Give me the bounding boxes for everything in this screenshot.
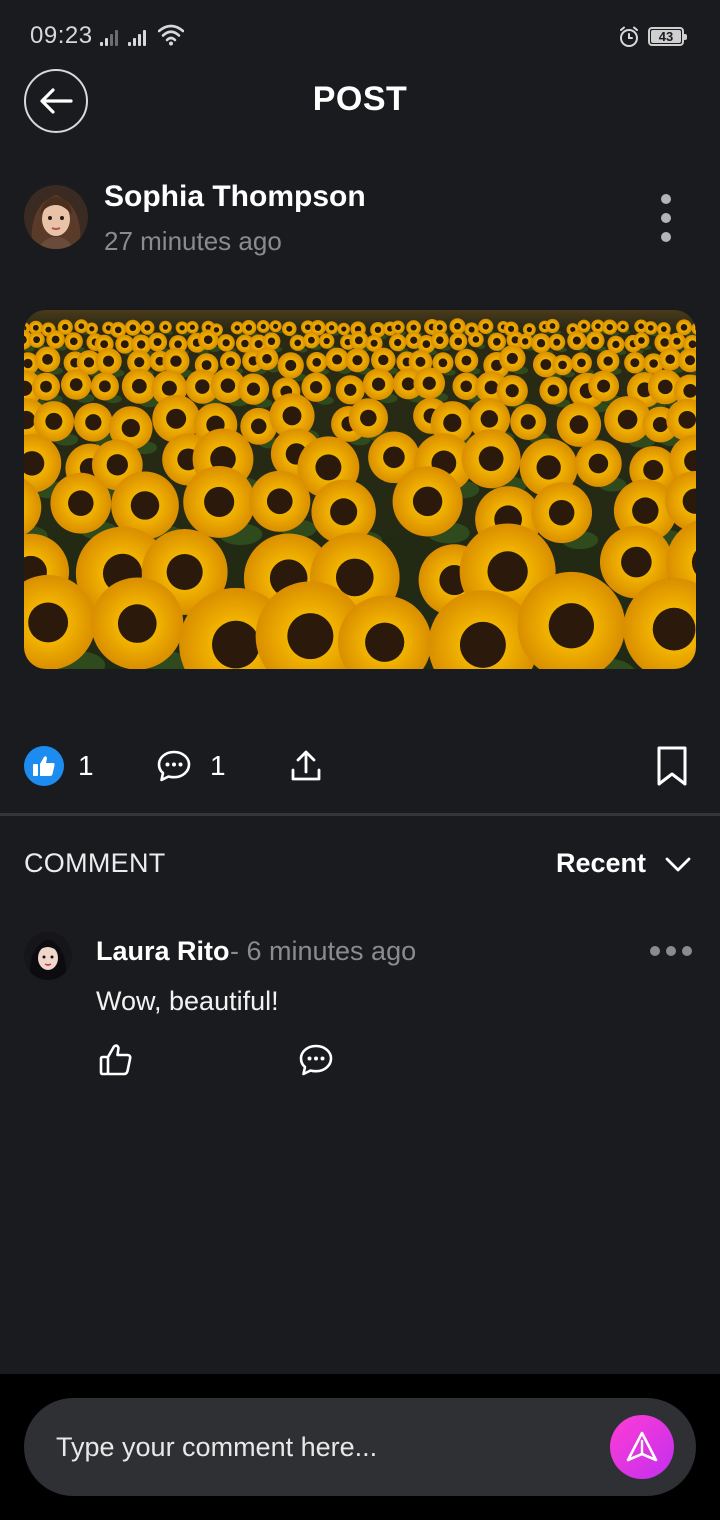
author-name[interactable]: Sophia Thompson [104,180,366,214]
signal-icon [128,26,152,46]
more-horizontal-icon[interactable] [650,944,692,958]
bookmark-button[interactable] [652,744,692,788]
comment-button[interactable] [154,746,194,786]
comment-reply-button[interactable] [296,1040,336,1080]
page-title: POST [312,80,408,118]
more-vertical-icon[interactable] [650,190,682,246]
commenter-avatar[interactable] [24,932,72,980]
comment-text: Wow, beautiful! [96,986,279,1016]
battery-icon: 43 [648,27,687,46]
send-icon [626,1431,658,1462]
sort-dropdown[interactable]: Recent [556,848,646,879]
wifi-icon [158,24,184,46]
thumbs-up-icon [33,756,55,776]
post-image[interactable] [24,310,696,669]
status-bar: 09:23 43 [0,0,720,72]
thumbs-up-outline-icon [99,1044,132,1076]
sunflower-field-image [24,310,696,669]
alarm-icon [620,26,638,47]
comment-icon [299,1044,333,1076]
signal-icon [100,26,124,46]
share-icon [291,750,321,781]
comment-icon [157,750,191,782]
send-button[interactable] [610,1415,674,1479]
comment-timestamp: - 6 minutes ago [230,936,417,966]
battery-level: 43 [658,29,674,44]
comment-count: 1 [210,750,226,781]
chevron-down-icon[interactable] [664,852,692,876]
comment-like-button[interactable] [96,1040,136,1080]
comment-input[interactable] [56,1398,596,1496]
post-timestamp: 27 minutes ago [104,226,282,256]
comment-author[interactable]: Laura Rito [96,936,230,967]
comment-section-heading: COMMENT [24,848,166,878]
divider [0,813,720,816]
author-avatar[interactable] [24,185,88,249]
bookmark-icon [657,746,687,786]
like-button[interactable] [24,746,64,786]
status-time: 09:23 [30,22,93,49]
like-count: 1 [78,750,94,781]
comment-composer [24,1398,696,1496]
share-button[interactable] [286,746,326,786]
